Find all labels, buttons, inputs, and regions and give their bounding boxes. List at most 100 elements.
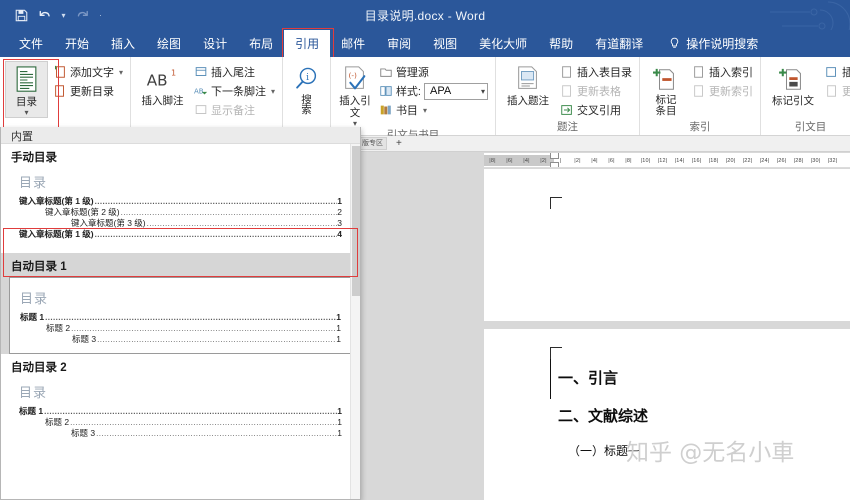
ruler-tick-28: |28| [793, 157, 804, 164]
bibliography-button[interactable]: 书目 ▾ [377, 101, 490, 119]
gallery-item-2[interactable]: 自动目录 2 目录 标题 1............................… [1, 354, 360, 445]
index-small-buttons: 插入索引 更新索引 [690, 61, 755, 100]
table-of-contents-button[interactable]: 目录 ▾ [5, 61, 48, 118]
text-cursor [550, 359, 551, 399]
undo-dropdown-chevron-down-icon[interactable]: ▾ [58, 11, 69, 20]
gallery-item-1[interactable]: 自动目录 1 目录 标题 1............................… [1, 253, 360, 354]
tab-item-1[interactable]: 开始 [54, 30, 100, 57]
tab-item-10[interactable]: 美化大师 [468, 30, 538, 57]
manage-sources-label: 管理源 [395, 67, 429, 79]
style-icon [379, 84, 393, 98]
svg-text:1: 1 [171, 68, 176, 77]
redo-button[interactable] [71, 4, 93, 26]
gallery-item-title: 自动目录 1 [11, 261, 67, 273]
next-footnote-label: 下一条脚注 [210, 86, 266, 98]
ruler-tick-20: |20| [725, 157, 736, 164]
toc-row-leader-dots: ........................................… [94, 197, 338, 206]
tab-label: 绘图 [157, 37, 182, 51]
tab-item-2[interactable]: 插入 [100, 30, 146, 57]
tab-item-9[interactable]: 视图 [422, 30, 468, 57]
update-toc-button[interactable]: 更新目录 [51, 82, 125, 100]
tab-item-12[interactable]: 有道翻译 [584, 30, 654, 57]
tab-item-0[interactable]: 文件 [8, 30, 54, 57]
cross-reference-button[interactable]: 交叉引用 [558, 101, 634, 119]
insert-caption-button[interactable]: 插入题注 [501, 61, 555, 107]
update-table-button[interactable]: 更新表格 [558, 82, 634, 100]
toc-row-page-number: 1 [337, 196, 342, 206]
sheet-tab[interactable]: 版专区 [358, 137, 387, 150]
document-heading-2: 二、文献综述 [558, 407, 649, 425]
insert-citation-button[interactable]: (-) 插入引文 ▾ [336, 61, 374, 128]
gallery-item-0[interactable]: 手动目录 目录 键入章标题(第 1 级)......................… [1, 144, 360, 246]
gallery-scrollbar-thumb[interactable] [352, 146, 360, 296]
cross-reference-icon [560, 103, 574, 117]
tab-references-active[interactable]: 引用 [282, 28, 335, 62]
document-page-1[interactable] [484, 169, 850, 321]
insert-table-of-authorities-button[interactable]: 插 [823, 63, 850, 81]
insert-index-button[interactable]: 插入索引 [690, 63, 755, 81]
ruler-tick-6: |6| [608, 157, 615, 164]
document-page-2[interactable]: 一、引言 二、文献综述 （一）标题一 知乎 @无名小車 [484, 329, 850, 500]
table-of-contents-chevron-down-icon[interactable]: ▾ [24, 108, 28, 117]
gallery-scrollbar[interactable] [350, 144, 360, 499]
citation-style-select[interactable]: APA ▾ [424, 82, 488, 100]
show-notes-button[interactable]: 显示备注 [192, 101, 277, 119]
toc-preview-heading: 目录 [19, 176, 48, 191]
mark-citation-button[interactable]: 标记引文 [766, 61, 820, 107]
insert-endnote-label: 插入尾注 [210, 67, 255, 79]
quick-access-toolbar: ▾ · [10, 0, 106, 30]
toc-row-leader-dots: ........................................… [97, 335, 337, 344]
update-toc-icon [53, 84, 67, 98]
toc-small-buttons: 添加文字 ▾ 更新目录 [51, 61, 125, 100]
ruler-tick-left-8: |8| [489, 157, 496, 164]
title-bar: 目录说明.docx - Word ▾ · [0, 0, 850, 47]
smart-lookup-button[interactable]: i 搜索 [288, 61, 325, 115]
toc-preview-row: 标题 1....................................… [20, 312, 341, 323]
toc-row-page-number: 1 [337, 428, 342, 438]
insert-footnote-button[interactable]: AB 1 插入脚注 [136, 61, 189, 107]
tab-item-4[interactable]: 设计 [192, 30, 238, 57]
page-separator [484, 321, 850, 329]
first-line-indent-marker[interactable] [550, 153, 559, 159]
toc-row-label: 键入章标题(第 3 级) [71, 218, 146, 228]
next-footnote-button[interactable]: AB 下一条脚注 ▾ [192, 82, 277, 100]
add-sheet-button[interactable]: + [393, 138, 405, 149]
mark-entry-button[interactable]: 标记 条目 [645, 61, 687, 117]
bibliography-chevron-down-icon[interactable]: ▾ [423, 106, 427, 115]
insert-citation-label: 插入引文 [339, 95, 371, 119]
ribbon-group-index-label: 索引 [689, 121, 711, 133]
add-text-chevron-down-icon[interactable]: ▾ [119, 68, 123, 77]
window-title: 目录说明.docx - Word [364, 8, 486, 23]
page-margin-crop-mark [550, 197, 562, 209]
manage-sources-button[interactable]: 管理源 [377, 63, 490, 81]
svg-text:AB: AB [194, 88, 204, 96]
horizontal-ruler[interactable]: |8| |6| |4| |2| | |2| |4| |6| |8| |10| |12| |14| |16… [484, 153, 850, 168]
customize-quick-access-toolbar-button[interactable]: · [95, 11, 106, 20]
toc-preview-row: 键入章标题(第 1 级)............................… [19, 196, 342, 207]
tell-me-search[interactable]: 操作说明搜索 [654, 30, 769, 57]
insert-endnote-button[interactable]: 插入尾注 [192, 63, 277, 81]
ruler-tick-14: |14| [674, 157, 685, 164]
tab-item-11[interactable]: 帮助 [538, 30, 584, 57]
tab-item-5[interactable]: 布局 [238, 30, 284, 57]
toc-row-page-number: 1 [337, 417, 342, 427]
toc-preview-row: 键入章标题(第 2 级)............................… [19, 207, 342, 218]
toc-row-leader-dots: ........................................… [44, 407, 338, 416]
next-footnote-chevron-down-icon[interactable]: ▾ [271, 87, 275, 96]
insert-table-of-figures-button[interactable]: 插入表目录 [558, 63, 634, 81]
sheet-tab-bar: 版专区 + [355, 136, 850, 152]
toc-preview-heading: 目录 [19, 386, 48, 401]
undo-button[interactable] [34, 4, 56, 26]
tab-item-7[interactable]: 邮件 [330, 30, 376, 57]
update-index-button[interactable]: 更新索引 [690, 82, 755, 100]
left-indent-marker[interactable] [550, 162, 559, 167]
tab-item-8[interactable]: 审阅 [376, 30, 422, 57]
ruler-tick-8: |8| [625, 157, 632, 164]
tab-label: 有道翻译 [595, 37, 644, 51]
add-text-button[interactable]: 添加文字 ▾ [51, 63, 125, 81]
tab-item-3[interactable]: 绘图 [146, 30, 192, 57]
chevron-down-icon[interactable]: ▾ [475, 87, 485, 96]
ribbon: 目录 ▾ 添加文字 ▾ 更新目录 AB 1 插入脚注 插入尾注 AB 下一条脚注… [0, 57, 850, 141]
update-toa-button[interactable]: 更 [823, 82, 850, 100]
save-button[interactable] [10, 4, 32, 26]
